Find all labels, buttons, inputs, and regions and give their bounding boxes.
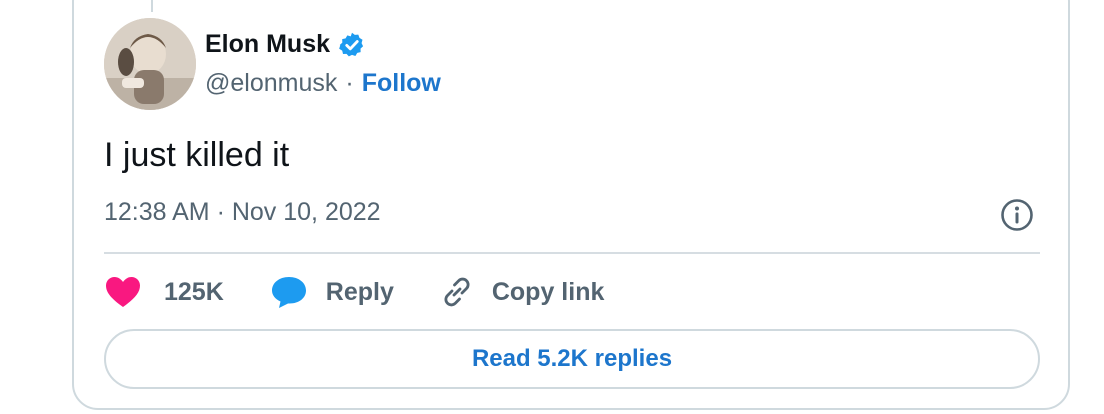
link-icon (444, 277, 470, 307)
like-button[interactable]: 125K (104, 275, 224, 309)
author-handle[interactable]: @elonmusk (205, 69, 337, 98)
read-replies-label: Read 5.2K replies (471, 345, 673, 372)
copy-link-label: Copy link (491, 277, 605, 306)
copy-link-button[interactable]: Copy link (438, 273, 605, 311)
heart-icon (106, 277, 140, 307)
speech-bubble-icon (271, 277, 306, 308)
separator-dot: · (345, 69, 354, 97)
action-bar: 125K Reply Copy link (104, 270, 604, 314)
avatar[interactable] (104, 18, 196, 110)
follow-link[interactable]: Follow (362, 69, 441, 98)
avatar-photo (104, 18, 196, 110)
author-name-row[interactable]: Elon Musk (205, 30, 366, 59)
thread-line (151, 0, 153, 12)
handle-row: @elonmusk · Follow (205, 69, 441, 98)
read-replies-button[interactable]: Read 5.2K replies (104, 329, 1040, 389)
tweet-timestamp[interactable]: 12:38 AM · Nov 10, 2022 (104, 198, 381, 227)
reply-label: Reply (325, 277, 394, 306)
reply-button[interactable]: Reply (270, 275, 394, 309)
info-icon[interactable] (999, 197, 1035, 233)
divider (104, 252, 1040, 254)
tweet-text: I just killed it (104, 136, 290, 174)
author-name[interactable]: Elon Musk (205, 30, 330, 59)
verified-badge-icon (339, 32, 364, 56)
like-count: 125K (164, 277, 224, 306)
